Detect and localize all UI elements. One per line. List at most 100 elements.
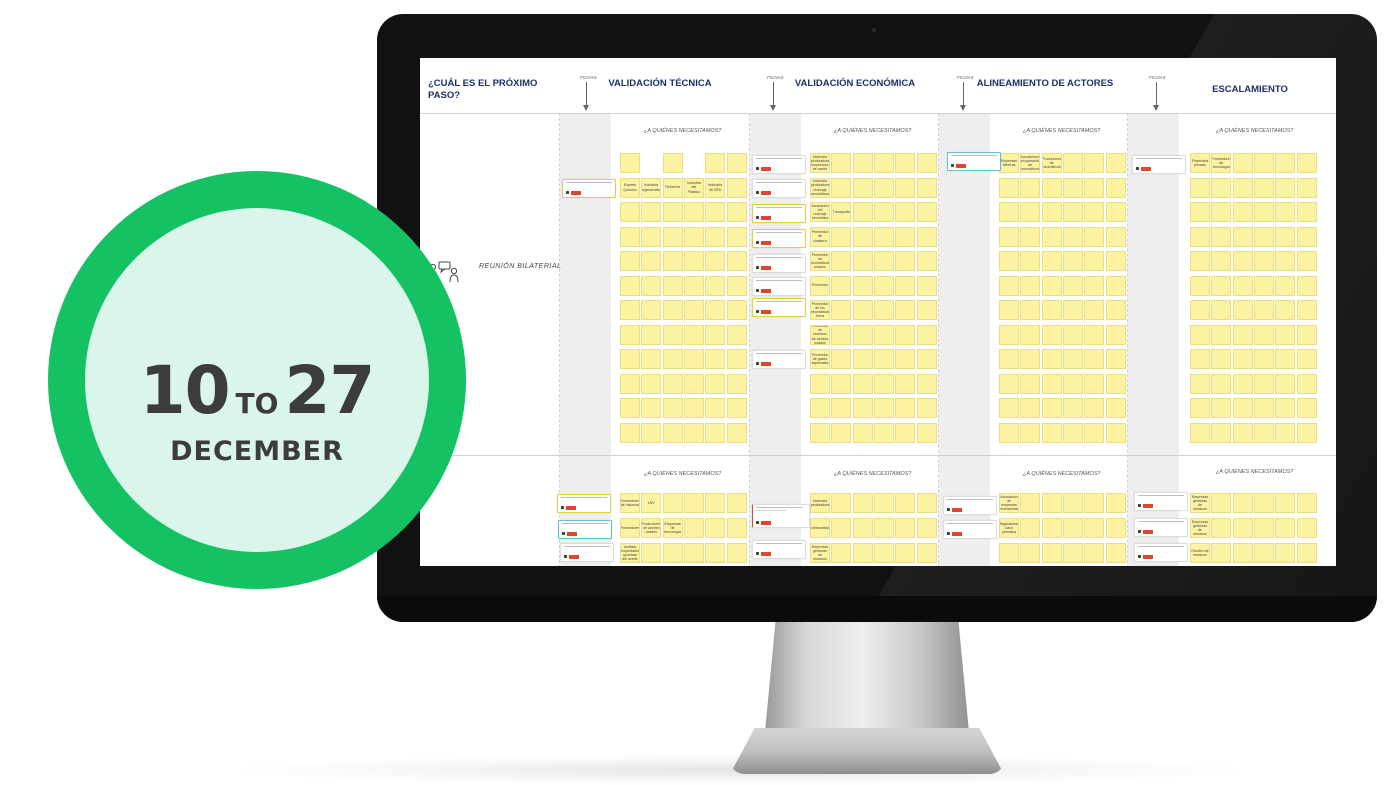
sticky-note-empty[interactable] xyxy=(620,251,640,271)
sticky-note-empty[interactable] xyxy=(916,324,937,345)
sticky-note-empty[interactable] xyxy=(1253,300,1274,320)
sticky-note[interactable]: Empresas gestoras de residuos xyxy=(1190,518,1210,538)
ficha-card[interactable] xyxy=(943,496,997,515)
sticky-note-empty[interactable] xyxy=(1275,226,1296,247)
sticky-note-empty[interactable] xyxy=(1275,349,1296,369)
sticky-note-empty[interactable] xyxy=(1020,398,1041,418)
sticky-note-empty[interactable] xyxy=(683,226,704,247)
sticky-note-empty[interactable] xyxy=(1296,349,1317,369)
sticky-note-empty[interactable] xyxy=(916,251,937,271)
sticky-note-empty[interactable] xyxy=(1232,226,1253,247)
sticky-note-empty[interactable] xyxy=(852,300,873,320)
sticky-note-empty[interactable] xyxy=(1105,300,1126,320)
sticky-note-empty[interactable] xyxy=(641,300,662,320)
sticky-note-empty[interactable] xyxy=(1211,373,1232,394)
sticky-note-empty[interactable] xyxy=(1296,251,1317,271)
sticky-note[interactable]: Industria regenerativa xyxy=(641,177,662,198)
sticky-note-empty[interactable] xyxy=(999,202,1019,222)
sticky-note-empty[interactable] xyxy=(1020,349,1041,369)
sticky-note-empty[interactable] xyxy=(1275,202,1296,222)
sticky-note-empty[interactable] xyxy=(1190,373,1210,394)
sticky-note-empty[interactable] xyxy=(1020,422,1041,443)
sticky-note-empty[interactable] xyxy=(895,226,916,247)
sticky-note-empty[interactable] xyxy=(916,518,937,538)
sticky-note-empty[interactable] xyxy=(1062,543,1083,563)
sticky-note-empty[interactable] xyxy=(1211,422,1232,443)
sticky-note[interactable]: Industria pirolizadora xyxy=(810,493,830,513)
sticky-note-empty[interactable] xyxy=(873,543,894,563)
sticky-note-empty[interactable] xyxy=(662,202,683,222)
sticky-note-empty[interactable] xyxy=(1062,398,1083,418)
ficha-card[interactable] xyxy=(752,540,806,559)
sticky-note-empty[interactable] xyxy=(831,373,852,394)
sticky-note-empty[interactable] xyxy=(831,493,852,513)
sticky-note-empty[interactable] xyxy=(1020,518,1041,538)
sticky-note-empty[interactable] xyxy=(1105,518,1126,538)
sticky-note-empty[interactable] xyxy=(620,324,640,345)
sticky-note-empty[interactable] xyxy=(1105,373,1126,394)
sticky-note-empty[interactable] xyxy=(683,324,704,345)
sticky-note-empty[interactable] xyxy=(1232,275,1253,296)
ficha-card[interactable] xyxy=(1132,155,1186,174)
sticky-note-empty[interactable] xyxy=(1232,153,1253,173)
sticky-note-empty[interactable] xyxy=(1190,349,1210,369)
sticky-note-empty[interactable] xyxy=(999,373,1019,394)
sticky-note-empty[interactable] xyxy=(662,153,683,173)
sticky-note-empty[interactable] xyxy=(831,543,852,563)
sticky-note-empty[interactable] xyxy=(1253,349,1274,369)
sticky-note-empty[interactable] xyxy=(873,177,894,198)
sticky-note-empty[interactable] xyxy=(895,177,916,198)
sticky-note-empty[interactable] xyxy=(705,349,726,369)
sticky-note-empty[interactable] xyxy=(831,518,852,538)
sticky-note-empty[interactable] xyxy=(1253,373,1274,394)
sticky-note-empty[interactable] xyxy=(999,251,1019,271)
sticky-note-empty[interactable] xyxy=(852,324,873,345)
sticky-note-empty[interactable] xyxy=(1084,275,1105,296)
sticky-note[interactable]: Proveedor de los neumáticos fuera xyxy=(810,300,830,320)
sticky-note-empty[interactable] xyxy=(999,398,1019,418)
sticky-note-empty[interactable] xyxy=(873,422,894,443)
sticky-note-empty[interactable] xyxy=(1105,275,1126,296)
sticky-note-empty[interactable] xyxy=(1296,153,1317,173)
sticky-note-empty[interactable] xyxy=(831,275,852,296)
sticky-note-empty[interactable] xyxy=(683,493,704,513)
sticky-note-empty[interactable] xyxy=(852,373,873,394)
sticky-note[interactable]: Industria pirolizadora reciclaje neumáti… xyxy=(810,177,830,198)
sticky-note-empty[interactable] xyxy=(726,543,747,563)
sticky-note-empty[interactable] xyxy=(873,300,894,320)
sticky-note-empty[interactable] xyxy=(1105,543,1126,563)
sticky-note[interactable]: Gestión de residuos xyxy=(1190,543,1210,563)
sticky-note-empty[interactable] xyxy=(895,251,916,271)
sticky-note-empty[interactable] xyxy=(1062,300,1083,320)
sticky-note-empty[interactable] xyxy=(1296,493,1317,513)
sticky-note-empty[interactable] xyxy=(1190,177,1210,198)
sticky-note-empty[interactable] xyxy=(641,422,662,443)
sticky-note-empty[interactable] xyxy=(1041,251,1062,271)
sticky-note-empty[interactable] xyxy=(1253,493,1274,513)
sticky-note-empty[interactable] xyxy=(895,153,916,173)
sticky-note-empty[interactable] xyxy=(1190,324,1210,345)
sticky-note-empty[interactable] xyxy=(999,349,1019,369)
ficha-card[interactable] xyxy=(752,229,806,248)
sticky-note-empty[interactable] xyxy=(662,398,683,418)
sticky-note-empty[interactable] xyxy=(895,324,916,345)
sticky-note-empty[interactable] xyxy=(873,202,894,222)
sticky-note-empty[interactable] xyxy=(1041,518,1062,538)
sticky-note-empty[interactable] xyxy=(1041,177,1062,198)
sticky-note-empty[interactable] xyxy=(620,398,640,418)
sticky-note-empty[interactable] xyxy=(1296,324,1317,345)
sticky-note-empty[interactable] xyxy=(1232,349,1253,369)
sticky-note-empty[interactable] xyxy=(1253,177,1274,198)
sticky-note-empty[interactable] xyxy=(873,153,894,173)
ficha-card[interactable] xyxy=(752,277,806,296)
sticky-note-empty[interactable] xyxy=(620,275,640,296)
sticky-note-empty[interactable] xyxy=(1275,177,1296,198)
sticky-note-empty[interactable] xyxy=(852,543,873,563)
sticky-note-empty[interactable] xyxy=(1062,177,1083,198)
sticky-note-empty[interactable] xyxy=(1253,398,1274,418)
sticky-note-empty[interactable] xyxy=(1041,226,1062,247)
sticky-note-empty[interactable] xyxy=(1105,153,1126,173)
sticky-note-empty[interactable] xyxy=(852,349,873,369)
sticky-note[interactable]: Proveedor de chatarra xyxy=(810,226,830,247)
sticky-note-empty[interactable] xyxy=(1275,324,1296,345)
